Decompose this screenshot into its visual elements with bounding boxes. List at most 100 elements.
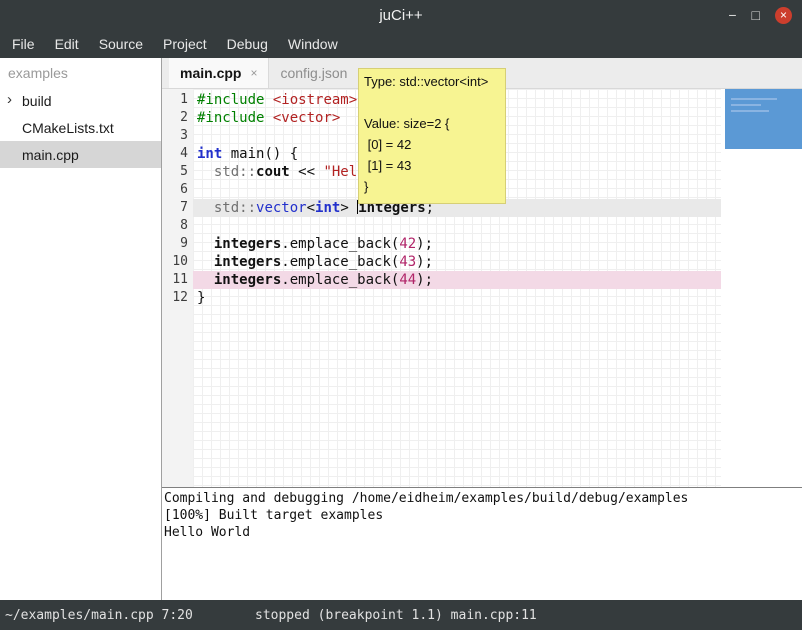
code-token: #include (197, 110, 264, 126)
tooltip-value-line: } (364, 176, 500, 197)
line-number-12[interactable]: 12 (162, 289, 193, 307)
status-debug-state: stopped (breakpoint 1.1) main.cpp:11 (255, 608, 537, 623)
code-token: #include (197, 92, 264, 108)
code-token: int (197, 146, 222, 162)
scroll-overview-thumbnail[interactable] (725, 89, 802, 149)
line-number-6[interactable]: 6 (162, 181, 193, 199)
menu-item-file[interactable]: File (2, 30, 45, 58)
menu-item-project[interactable]: Project (153, 30, 217, 58)
chevron-right-icon[interactable]: › (7, 91, 12, 108)
code-token: :: (239, 164, 256, 180)
tab-label: main.cpp (180, 65, 241, 81)
code-token: 44 (399, 272, 416, 288)
tab-close-icon[interactable]: × (250, 66, 257, 80)
code-token: } (197, 290, 205, 306)
code-token (264, 110, 272, 126)
output-line: Compiling and debugging /home/eidheim/ex… (164, 490, 802, 507)
minimize-button[interactable]: − (728, 8, 736, 22)
maximize-button[interactable]: □ (752, 8, 760, 22)
tree-item-label: CMakeLists.txt (22, 120, 114, 136)
line-number-7[interactable]: 7 (162, 199, 193, 217)
code-token: 43 (399, 254, 416, 270)
tooltip-value-line: [1] = 43 (364, 155, 500, 176)
code-token: std (214, 200, 239, 216)
code-line-12[interactable]: } (193, 289, 721, 307)
overview-content-line (731, 110, 769, 112)
line-number-8[interactable]: 8 (162, 217, 193, 235)
status-cursor-position: ~/examples/main.cpp 7:20 (5, 608, 193, 623)
code-token: vector (256, 200, 307, 216)
code-token: << (290, 164, 324, 180)
line-number-1[interactable]: 1 (162, 91, 193, 109)
tree-item-build[interactable]: › build (0, 87, 161, 114)
code-token: :: (239, 200, 256, 216)
debug-value-tooltip: Type: std::vector<int> Value: size=2 { [… (358, 68, 506, 204)
sidebar-header: examples (0, 58, 161, 87)
line-number-11[interactable]: 11 (162, 271, 193, 289)
code-token: < (307, 200, 315, 216)
main-area: examples › build CMakeLists.txt main.cpp ma… (0, 58, 802, 600)
code-token: .emplace_back( (281, 254, 399, 270)
line-number-2[interactable]: 2 (162, 109, 193, 127)
code-line-11[interactable]: integers.emplace_back(44); (193, 271, 721, 289)
tree-item-label: main.cpp (22, 147, 79, 163)
code-token (349, 200, 357, 216)
code-token: <vector> (273, 110, 340, 126)
tab-config-json[interactable]: config.json (269, 58, 358, 88)
output-line: [100%] Built target examples (164, 507, 802, 524)
title-bar[interactable]: juCi++ − □ × (0, 0, 802, 30)
code-token: main() { (222, 146, 298, 162)
menu-item-edit[interactable]: Edit (45, 30, 89, 58)
tooltip-value: Value: size=2 { [0] = 42 [1] = 43} (359, 113, 505, 203)
code-line-10[interactable]: integers.emplace_back(43); (193, 253, 721, 271)
code-token: .emplace_back( (281, 272, 399, 288)
status-bar: ~/examples/main.cpp 7:20 stopped (breakp… (0, 600, 802, 630)
code-token (197, 200, 214, 216)
menu-item-window[interactable]: Window (278, 30, 348, 58)
menu-bar: FileEditSourceProjectDebugWindow (0, 30, 802, 58)
code-token: ); (416, 236, 433, 252)
code-token: > (340, 200, 348, 216)
editor-panel: main.cpp×config.json 123456789101112 #in… (162, 58, 802, 600)
output-line: Hello World (164, 524, 802, 541)
tree-item-cmakelists-txt[interactable]: CMakeLists.txt (0, 114, 161, 141)
code-token: int (315, 200, 340, 216)
menu-item-source[interactable]: Source (89, 30, 153, 58)
overview-content-line (731, 98, 777, 100)
code-token (197, 236, 214, 252)
tree-item-main-cpp[interactable]: main.cpp (0, 141, 161, 168)
line-number-5[interactable]: 5 (162, 163, 193, 181)
code-token (264, 92, 272, 108)
line-number-gutter: 123456789101112 (162, 89, 193, 487)
code-token: ); (416, 272, 433, 288)
code-token: 42 (399, 236, 416, 252)
tree-item-label: build (22, 93, 52, 109)
tab-label: config.json (280, 65, 347, 81)
menu-item-debug[interactable]: Debug (217, 30, 278, 58)
line-number-4[interactable]: 4 (162, 145, 193, 163)
tooltip-value-line: Value: size=2 { (364, 113, 500, 134)
code-token: ); (416, 254, 433, 270)
code-token: integers (214, 254, 281, 270)
window-title: juCi++ (0, 7, 802, 24)
overview-content-line (731, 104, 761, 106)
line-number-10[interactable]: 10 (162, 253, 193, 271)
code-token: <iostream> (273, 92, 357, 108)
line-number-3[interactable]: 3 (162, 127, 193, 145)
code-token (197, 164, 214, 180)
tooltip-type-line: Type: std::vector<int> (359, 69, 505, 89)
close-button[interactable]: × (775, 7, 792, 24)
code-token: "Hel (323, 164, 357, 180)
code-token: cout (256, 164, 290, 180)
code-line-9[interactable]: integers.emplace_back(42); (193, 235, 721, 253)
output-pane[interactable]: Compiling and debugging /home/eidheim/ex… (162, 487, 802, 600)
code-token (197, 254, 214, 270)
code-line-8[interactable] (193, 217, 721, 235)
editor-right-margin (721, 89, 802, 487)
tab-main-cpp[interactable]: main.cpp × (169, 58, 269, 88)
code-token: .emplace_back( (281, 236, 399, 252)
code-token: std (214, 164, 239, 180)
code-token (197, 272, 214, 288)
line-number-9[interactable]: 9 (162, 235, 193, 253)
code-token: integers (214, 236, 281, 252)
